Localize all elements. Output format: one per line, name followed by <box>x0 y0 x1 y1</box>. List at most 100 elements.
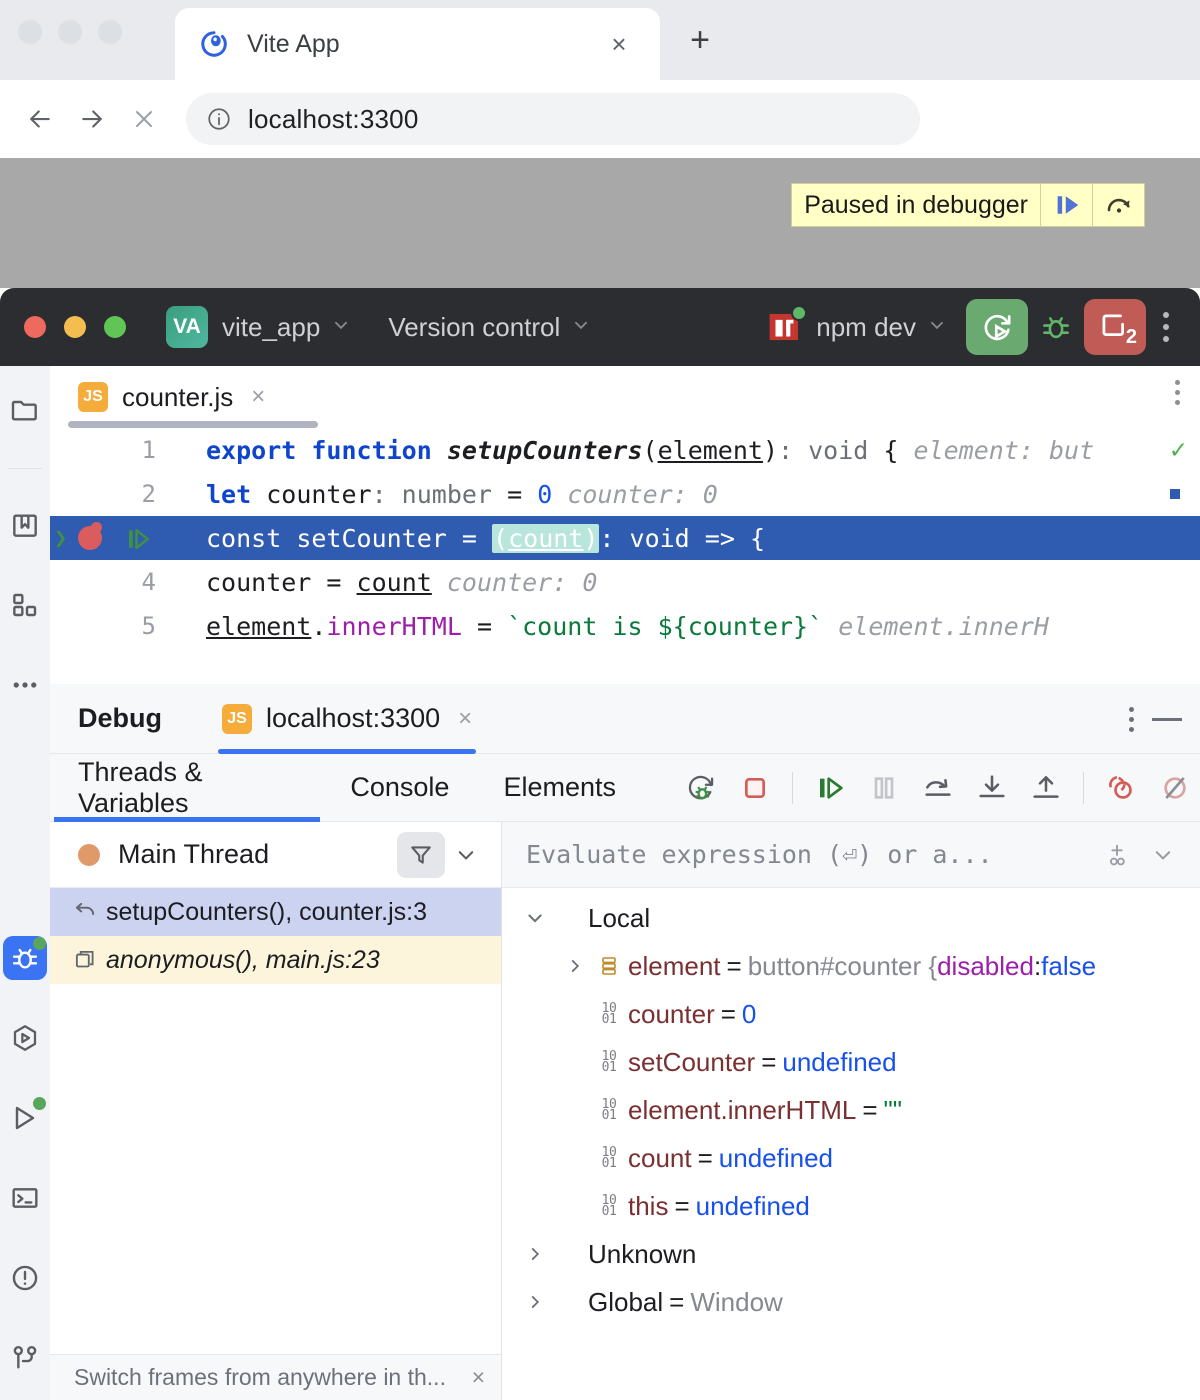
rerun-icon[interactable] <box>966 299 1028 355</box>
fold-arrow-icon[interactable]: ❯ <box>54 526 67 551</box>
ide-minimize-button[interactable] <box>64 316 86 338</box>
minimize-icon[interactable] <box>1152 718 1182 721</box>
bookmarks-icon[interactable] <box>3 503 47 547</box>
variable-element-innerhtml[interactable]: 1001 element.innerHTML = "" <box>502 1086 1200 1134</box>
variable-setcounter[interactable]: 1001 setCounter = undefined <box>502 1038 1200 1086</box>
step-into-icon[interactable] <box>967 763 1017 813</box>
run-anything-icon[interactable] <box>3 1016 47 1060</box>
editor-horizontal-scrollbar[interactable] <box>68 421 318 428</box>
tab-console[interactable]: Console <box>350 754 449 822</box>
version-control-icon[interactable] <box>3 1336 47 1380</box>
chevron-right-icon[interactable] <box>520 1245 550 1263</box>
status-dot <box>33 1097 46 1110</box>
primitive-icon: 1001 <box>590 1003 628 1025</box>
terminal-icon[interactable] <box>3 1176 47 1220</box>
close-icon[interactable]: × <box>602 27 636 61</box>
structure-icon[interactable] <box>3 583 47 627</box>
new-tab-button[interactable]: + <box>680 20 720 60</box>
address-bar[interactable]: localhost:3300 <box>186 93 920 145</box>
stop-process-icon[interactable]: 2 <box>1084 299 1146 355</box>
variable-value-bool: false <box>1041 951 1096 982</box>
window-close-button[interactable] <box>18 20 42 44</box>
fn-name: setupCounters <box>447 436 643 465</box>
js-file-icon: JS <box>222 704 252 734</box>
debug-bug-icon[interactable] <box>1028 299 1084 355</box>
window-minimize-button[interactable] <box>58 20 82 44</box>
debug-tool-icon[interactable] <box>3 936 47 980</box>
pause-program-icon[interactable] <box>859 763 909 813</box>
window-maximize-button[interactable] <box>98 20 122 44</box>
code-content[interactable]: 1 export function setupCounters(element)… <box>50 428 1200 684</box>
ide-close-button[interactable] <box>24 316 46 338</box>
run-configuration-selector[interactable]: npm dev <box>766 308 946 346</box>
primitive-icon: 1001 <box>590 1099 628 1121</box>
frame-setupcounters[interactable]: setupCounters(), counter.js:3 <box>50 888 501 936</box>
more-vertical-icon[interactable] <box>1129 707 1134 732</box>
chevron-down-icon <box>572 316 590 339</box>
variable-scope-unknown[interactable]: Unknown <box>502 1230 1200 1278</box>
equals: = <box>674 1191 689 1222</box>
npm-icon <box>766 308 804 346</box>
close-icon[interactable]: × <box>458 707 472 731</box>
debug-session-tab[interactable]: JS localhost:3300 × <box>218 684 476 754</box>
stop-loading-icon[interactable] <box>118 93 170 145</box>
tool-window-rail <box>0 366 50 1400</box>
debug-tool-window: Debug JS localhost:3300 × Threads & Vari… <box>50 684 1200 1400</box>
arrow-fn: => { <box>705 524 765 553</box>
resume-script-icon[interactable] <box>1040 184 1092 226</box>
tab-threads-and-variables[interactable]: Threads & Variables <box>78 754 296 822</box>
web-page-viewport: Paused in debugger <box>0 158 1200 288</box>
project-files-icon[interactable] <box>3 388 47 432</box>
run-to-cursor-icon[interactable] <box>124 524 154 560</box>
variable-count[interactable]: 1001 count = undefined <box>502 1134 1200 1182</box>
more-tools-icon[interactable] <box>3 663 47 707</box>
js-file-icon: JS <box>78 382 108 412</box>
step-over-icon[interactable] <box>1092 184 1144 226</box>
view-breakpoints-icon[interactable] <box>1096 763 1146 813</box>
close-icon[interactable]: × <box>251 385 265 409</box>
debug-toolbar <box>676 763 1200 813</box>
chevron-down-icon[interactable] <box>1140 832 1186 878</box>
editor-tab-counter-js[interactable]: counter.js <box>122 382 233 413</box>
chevron-down-icon[interactable] <box>520 908 550 928</box>
run-tool-icon[interactable] <box>3 1096 47 1140</box>
call-stack-frames[interactable]: setupCounters(), counter.js:3 anonymous(… <box>50 888 501 1354</box>
project-selector[interactable]: vite_app <box>222 312 350 343</box>
stop-icon[interactable] <box>730 763 780 813</box>
editor-more-icon[interactable] <box>1175 380 1180 405</box>
kw-function: function <box>311 436 431 465</box>
chevron-right-icon[interactable] <box>520 1293 550 1311</box>
variables-tree[interactable]: Local element = button#counter {disab <box>502 888 1200 1400</box>
tab-elements[interactable]: Elements <box>503 754 616 822</box>
back-arrow-icon[interactable] <box>14 93 66 145</box>
problems-icon[interactable] <box>3 1256 47 1300</box>
breakpoint-icon[interactable] <box>78 526 102 550</box>
variable-scope-global[interactable]: Global = Window <box>502 1278 1200 1326</box>
variable-scope-local[interactable]: Local <box>502 894 1200 942</box>
variable-this[interactable]: 1001 this = undefined <box>502 1182 1200 1230</box>
variable-counter[interactable]: 1001 counter = 0 <box>502 990 1200 1038</box>
operator-eq: = <box>462 524 477 553</box>
evaluate-expression-row[interactable]: Evaluate expression (⏎) or a... <box>502 822 1200 888</box>
evaluate-expression-input[interactable]: Evaluate expression (⏎) or a... <box>526 840 1094 869</box>
chevron-down-icon[interactable] <box>445 832 487 878</box>
browser-tab-vite-app[interactable]: Vite App × <box>175 8 660 80</box>
thread-name-label[interactable]: Main Thread <box>118 839 397 870</box>
resume-program-icon[interactable] <box>805 763 855 813</box>
mute-breakpoints-icon[interactable] <box>1150 763 1200 813</box>
paren-close: ) <box>763 436 778 465</box>
step-out-icon[interactable] <box>1021 763 1071 813</box>
forward-arrow-icon[interactable] <box>66 93 118 145</box>
rerun-debug-icon[interactable] <box>676 763 726 813</box>
version-control-selector[interactable]: Version control <box>388 312 590 343</box>
filter-icon[interactable] <box>397 832 445 878</box>
more-vertical-icon[interactable] <box>1146 299 1186 355</box>
frame-anonymous[interactable]: anonymous(), main.js:23 <box>50 936 501 984</box>
add-watch-icon[interactable] <box>1094 832 1140 878</box>
variable-element[interactable]: element = button#counter {disabled: fals… <box>502 942 1200 990</box>
close-icon[interactable]: × <box>472 1364 485 1391</box>
chevron-right-icon[interactable] <box>560 957 590 975</box>
step-over-icon[interactable] <box>913 763 963 813</box>
browser-chrome: Vite App × + localhost:3300 <box>0 0 1200 158</box>
ide-maximize-button[interactable] <box>104 316 126 338</box>
